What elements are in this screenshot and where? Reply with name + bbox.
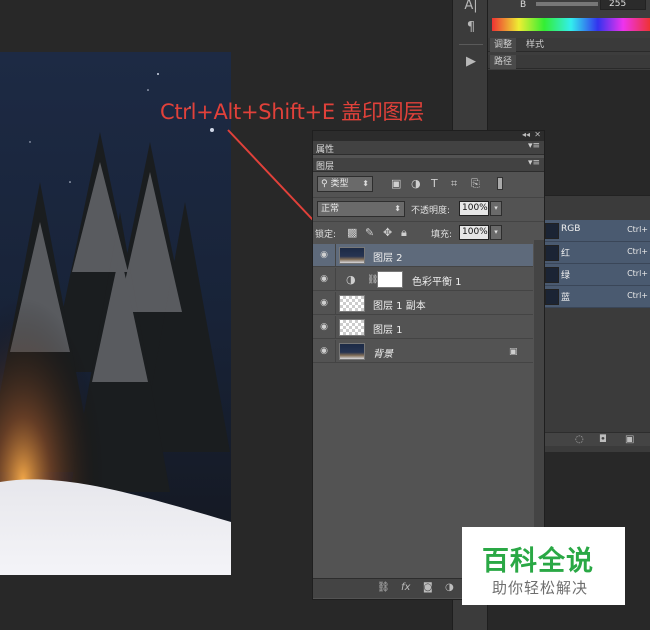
layer-thumbnail <box>339 295 365 312</box>
layers-header: 图层 ▾≡ <box>313 158 544 172</box>
channel-name: 蓝 <box>561 293 571 303</box>
panel-menu-icon[interactable]: ▾≡ <box>528 141 540 151</box>
pixel-filter-icon[interactable]: ▣ <box>391 178 401 190</box>
filter-row: ⚲ 类型 ⬍ ▣ ◑ T ⌗ ⎘ <box>313 173 544 195</box>
layer-row[interactable]: ◉ 图层 1 <box>313 316 533 339</box>
channel-name: 绿 <box>561 271 571 281</box>
collapse-icon[interactable]: ◂◂ <box>522 130 530 139</box>
channel-thumbnail <box>545 223 559 239</box>
filter-kind-value: 类型 <box>330 179 349 189</box>
layer-thumbnail <box>339 319 365 336</box>
lock-transparent-icon[interactable]: ▩ <box>347 227 357 239</box>
add-mask-icon[interactable]: ◙ <box>423 582 433 593</box>
layer-name: 图层 1 <box>373 325 403 336</box>
channel-name: 红 <box>561 249 571 259</box>
layer-row[interactable]: ◉ 图层 1 副本 <box>313 292 533 315</box>
save-selection-icon[interactable]: ◘ <box>599 434 607 445</box>
blend-row: 正常 ⬍ 不透明度: 100% ▾ <box>313 197 544 219</box>
channel-shortcut: Ctrl+ <box>627 269 648 278</box>
panel-titlebar: ◂◂ ✕ <box>313 130 544 141</box>
channel-shortcut: Ctrl+ <box>627 291 648 300</box>
layer-name: 色彩平衡 1 <box>412 277 462 288</box>
close-icon[interactable]: ✕ <box>534 130 541 139</box>
channel-shortcut: Ctrl+ <box>627 247 648 256</box>
fill-dropdown-button[interactable]: ▾ <box>490 225 502 240</box>
chevron-down-icon: ⬍ <box>394 204 401 213</box>
lock-image-icon[interactable]: ✎ <box>365 227 374 239</box>
visibility-eye-icon[interactable]: ◉ <box>319 346 329 356</box>
play-icon[interactable]: ▶ <box>459 52 483 72</box>
logo-subtitle: 助你轻松解决 <box>492 579 589 597</box>
blend-mode-dropdown[interactable]: 正常 ⬍ <box>317 201 405 217</box>
tab-styles[interactable]: 样式 <box>522 38 548 52</box>
opacity-label: 不透明度: <box>411 206 451 216</box>
channel-thumbnail <box>545 245 559 261</box>
color-value-field[interactable]: 255 <box>600 0 646 10</box>
blend-mode-value: 正常 <box>321 204 340 214</box>
channel-name: RGB <box>561 224 581 234</box>
fill-label: 填充: <box>431 230 453 240</box>
tab-properties[interactable]: 属性 <box>316 142 334 155</box>
filter-kind-dropdown[interactable]: ⚲ 类型 ⬍ <box>317 176 373 192</box>
lock-icon: ▣ <box>509 347 518 357</box>
visibility-eye-icon[interactable]: ◉ <box>319 298 329 308</box>
channel-shortcut: Ctrl+ <box>627 225 648 234</box>
channel-blue[interactable]: 蓝 Ctrl+ <box>543 286 650 308</box>
channel-red[interactable]: 红 Ctrl+ <box>543 242 650 264</box>
panel-menu-icon[interactable]: ▾≡ <box>528 158 540 168</box>
load-selection-icon[interactable]: ◌ <box>575 434 584 445</box>
new-adjustment-icon[interactable]: ◑ <box>445 582 454 593</box>
channel-thumbnail <box>545 289 559 305</box>
opacity-dropdown-button[interactable]: ▾ <box>490 201 502 216</box>
layer-name: 背景 <box>373 349 393 360</box>
properties-header: 属性 ▾≡ <box>313 141 544 155</box>
paragraph-icon[interactable]: ¶ <box>459 18 483 38</box>
visibility-eye-icon[interactable]: ◉ <box>319 250 329 260</box>
layer-thumbnail <box>339 247 365 264</box>
channel-letter: B <box>520 0 527 10</box>
chevron-down-icon: ⬍ <box>362 179 369 188</box>
tab-paths[interactable]: 路径 <box>490 55 517 69</box>
new-channel-icon[interactable]: ▣ <box>625 434 634 445</box>
link-layers-icon[interactable]: ⛓ <box>377 582 390 593</box>
opacity-input[interactable]: 100% <box>459 201 489 216</box>
layer-row[interactable]: ◉ 图层 2 <box>313 244 533 267</box>
filter-toggle[interactable] <box>497 177 503 190</box>
shape-filter-icon[interactable]: ⌗ <box>451 178 457 190</box>
watermark-logo: 百科全说 助你轻松解决 <box>462 527 625 605</box>
channels-panel: RGB Ctrl+ 红 Ctrl+ 绿 Ctrl+ 蓝 Ctrl+ ◌ ◘ ▣ <box>543 195 650 452</box>
fill-input[interactable]: 100% <box>459 225 489 240</box>
channel-green[interactable]: 绿 Ctrl+ <box>543 264 650 286</box>
channel-thumbnail <box>545 267 559 283</box>
adjustment-layer-icon: ◑ <box>346 273 356 286</box>
logo-title: 百科全说 <box>482 546 594 577</box>
lock-all-icon[interactable]: 🔒︎ <box>401 227 407 239</box>
layer-mask-thumbnail[interactable] <box>377 271 403 288</box>
channel-rgb[interactable]: RGB Ctrl+ <box>543 220 650 242</box>
layer-thumbnail <box>339 343 365 360</box>
smart-object-filter-icon[interactable]: ⎘ <box>471 178 480 190</box>
annotation-label: Ctrl+Alt+Shift+E 盖印图层 <box>160 100 424 124</box>
lock-row: 锁定: ▩ ✎ ✥ 🔒︎ 填充: 100% ▾ <box>313 221 544 243</box>
color-spectrum[interactable] <box>492 18 650 31</box>
visibility-eye-icon[interactable]: ◉ <box>319 274 329 284</box>
layer-row[interactable]: ◉ 背景 ▣ <box>313 340 533 363</box>
color-slider[interactable] <box>536 2 598 6</box>
layer-row[interactable]: ◉ ◑ ⛓ 色彩平衡 1 <box>313 268 533 291</box>
adjustment-filter-icon[interactable]: ◑ <box>411 178 421 190</box>
channels-footer: ◌ ◘ ▣ <box>543 432 650 446</box>
type-filter-icon[interactable]: T <box>431 178 438 190</box>
lock-position-icon[interactable]: ✥ <box>383 227 392 239</box>
tab-layers[interactable]: 图层 <box>316 159 334 172</box>
paths-tabbar: 路径 <box>488 55 650 69</box>
layer-name: 图层 2 <box>373 253 403 264</box>
visibility-eye-icon[interactable]: ◉ <box>319 322 329 332</box>
layer-name: 图层 1 副本 <box>373 301 426 312</box>
adjustments-tabbar: 调整 样式 <box>488 38 650 52</box>
tab-adjustments[interactable]: 调整 <box>490 38 517 52</box>
lock-label: 锁定: <box>315 230 337 240</box>
type-settings-icon[interactable]: A| <box>459 0 483 16</box>
search-icon: ⚲ <box>321 179 328 189</box>
fx-icon[interactable]: fx <box>401 582 410 593</box>
